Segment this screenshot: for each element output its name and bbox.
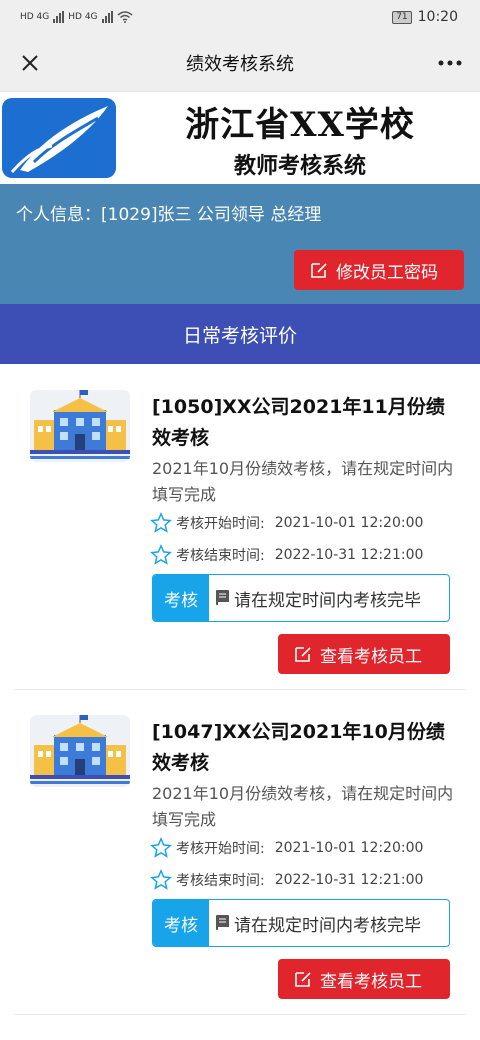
banner-text: 浙江省XX学校 教师考核系统 bbox=[120, 97, 480, 180]
start-time-row: 考核开始时间: 2021-10-01 12:20:00 bbox=[150, 837, 423, 859]
school-logo-icon bbox=[2, 98, 116, 178]
view-employees-label: 查看考核员工 bbox=[320, 646, 422, 667]
edit-icon bbox=[311, 263, 327, 278]
start-time-value: 2021-10-01 12:20:00 bbox=[274, 840, 424, 856]
view-employees-button[interactable]: 查看考核员工 bbox=[278, 634, 450, 674]
page-title: 绩效考核系统 bbox=[186, 53, 294, 75]
school-building-icon bbox=[30, 715, 130, 787]
task-description: 2021年10月份绩效考核，请在规定时间内填写完成 bbox=[152, 459, 454, 504]
status-bar: HD 4G HD 4G 71 10:20 bbox=[0, 0, 480, 34]
wifi-icon bbox=[117, 11, 133, 23]
start-time-row: 考核开始时间: 2021-10-01 12:20:00 bbox=[150, 512, 423, 534]
status-tag: 考核 bbox=[153, 900, 209, 946]
task-title: [1050]XX公司2021年11月份绩效考核 bbox=[152, 396, 445, 449]
school-name: 浙江省XX学校 bbox=[185, 104, 415, 145]
nav-bar: 绩效考核系统 bbox=[0, 34, 480, 92]
battery-icon: 71 bbox=[392, 10, 412, 24]
view-employees-label: 查看考核员工 bbox=[320, 971, 422, 992]
close-icon bbox=[22, 54, 38, 71]
system-name: 教师考核系统 bbox=[233, 153, 366, 179]
start-time-label: 考核开始时间: bbox=[176, 841, 265, 857]
network-label-2: HD 4G bbox=[68, 12, 98, 22]
task-card[interactable]: [1047]XX公司2021年10月份绩效考核 2021年10月份绩效考核，请在… bbox=[14, 695, 466, 1015]
network-label: HD 4G bbox=[20, 12, 50, 22]
section-title: 日常考核评价 bbox=[182, 324, 297, 347]
status-message: 请在规定时间内考核完毕 bbox=[234, 590, 421, 611]
end-time-value: 2022-10-31 12:21:00 bbox=[274, 872, 424, 888]
signal-icon bbox=[53, 11, 65, 23]
star-icon bbox=[150, 869, 172, 890]
status-message: 请在规定时间内考核完毕 bbox=[234, 915, 421, 936]
section-header: 日常考核评价 bbox=[0, 304, 480, 364]
signal-icon-2 bbox=[101, 11, 113, 23]
start-time-label: 考核开始时间: bbox=[176, 516, 265, 532]
star-icon bbox=[150, 837, 172, 858]
change-password-button[interactable]: 修改员工密码 bbox=[294, 250, 464, 290]
book-icon bbox=[216, 590, 229, 605]
status-right: 71 10:20 bbox=[392, 9, 458, 25]
task-card[interactable]: [1050]XX公司2021年11月份绩效考核 2021年10月份绩效考核，请在… bbox=[14, 370, 466, 690]
task-title: [1047]XX公司2021年10月份绩效考核 bbox=[152, 721, 445, 774]
personal-info-text: 个人信息：[1029]张三 公司领导 总经理 bbox=[16, 205, 322, 225]
school-banner: 浙江省XX学校 教师考核系统 bbox=[0, 92, 480, 184]
personal-info-panel: 个人信息：[1029]张三 公司领导 总经理 修改员工密码 bbox=[0, 184, 480, 304]
end-time-label: 考核结束时间: bbox=[176, 873, 265, 889]
start-time-value: 2021-10-01 12:20:00 bbox=[274, 515, 424, 531]
more-button[interactable] bbox=[434, 47, 466, 79]
close-button[interactable] bbox=[14, 47, 46, 79]
change-password-label: 修改员工密码 bbox=[336, 262, 438, 283]
edit-icon bbox=[295, 647, 311, 662]
status-box: 考核 请在规定时间内考核完毕 bbox=[152, 574, 450, 622]
view-employees-button[interactable]: 查看考核员工 bbox=[278, 959, 450, 999]
end-time-row: 考核结束时间: 2022-10-31 12:21:00 bbox=[150, 869, 423, 891]
clock: 10:20 bbox=[417, 9, 458, 25]
status-box: 考核 请在规定时间内考核完毕 bbox=[152, 899, 450, 947]
end-time-label: 考核结束时间: bbox=[176, 548, 265, 564]
school-building-icon bbox=[30, 390, 130, 462]
status-message-row: 请在规定时间内考核完毕 bbox=[209, 900, 449, 946]
status-message-row: 请在规定时间内考核完毕 bbox=[209, 575, 449, 621]
end-time-value: 2022-10-31 12:21:00 bbox=[274, 547, 424, 563]
task-description: 2021年10月份绩效考核，请在规定时间内填写完成 bbox=[152, 784, 454, 829]
book-icon bbox=[216, 915, 229, 930]
star-icon bbox=[150, 544, 172, 565]
more-icon bbox=[438, 60, 462, 65]
end-time-row: 考核结束时间: 2022-10-31 12:21:00 bbox=[150, 544, 423, 566]
status-left: HD 4G HD 4G bbox=[20, 11, 133, 23]
edit-icon bbox=[295, 972, 311, 987]
star-icon bbox=[150, 512, 172, 533]
status-tag: 考核 bbox=[153, 575, 209, 621]
